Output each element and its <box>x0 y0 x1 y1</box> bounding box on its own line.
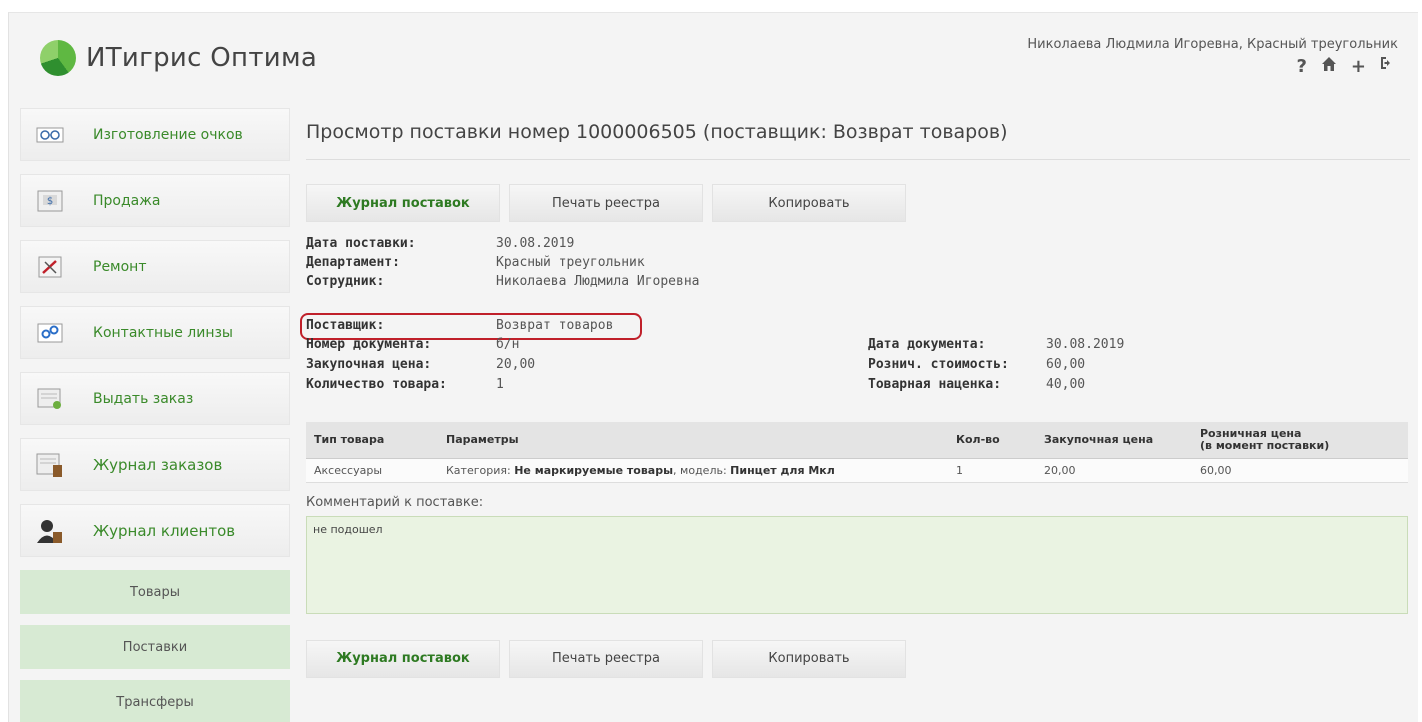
doc-date-value: 30.08.2019 <box>1046 337 1125 352</box>
doc-number-value: б/н <box>496 337 520 352</box>
sidebar-item-label: Выдать заказ <box>93 390 194 407</box>
col-purchase-header: Закупочная цена <box>1036 422 1192 459</box>
retail-value-label: Рознич. стоимость: <box>868 357 1009 372</box>
copy-button[interactable]: Копировать <box>712 184 906 222</box>
cell-params: Категория: Не маркируемые товары, модель… <box>438 458 948 483</box>
deliveries-journal-button-bottom[interactable]: Журнал поставок <box>306 639 500 678</box>
delivery-date-value: 30.08.2019 <box>496 236 575 251</box>
cell-type: Аксессуары <box>306 458 438 483</box>
sidebar-item-label: Журнал клиентов <box>93 521 236 540</box>
sidebar-item-repair[interactable]: Ремонт <box>20 240 290 293</box>
sidebar-item-label: Ремонт <box>93 258 147 275</box>
sale-icon: $ <box>35 187 65 215</box>
help-icon[interactable]: ? <box>1296 56 1306 77</box>
print-register-button[interactable]: Печать реестра <box>509 184 703 222</box>
supplier-label: Поставщик: <box>306 318 385 333</box>
deliveries-journal-button[interactable]: Журнал поставок <box>306 184 500 222</box>
markup-label: Товарная наценка: <box>868 377 1002 392</box>
col-params-header: Параметры <box>438 422 948 459</box>
sidebar-item-label: Журнал заказов <box>93 455 223 474</box>
col-retail-header: Розничная цена (в момент поставки) <box>1192 422 1408 459</box>
logo-icon <box>40 40 76 76</box>
model-label: модель: <box>680 463 727 477</box>
sidebar-item-contact-lenses[interactable]: Контактные линзы <box>20 306 290 359</box>
sidebar-item-glasses[interactable]: Изготовление очков <box>20 108 290 161</box>
purchase-price-label: Закупочная цена: <box>306 357 432 372</box>
contact-lens-icon <box>35 319 65 347</box>
delivery-items-table: Тип товара Параметры Кол-во Закупочная ц… <box>306 422 1408 483</box>
add-icon[interactable]: + <box>1351 56 1366 77</box>
employee-label: Сотрудник: <box>306 274 385 289</box>
model-value: Пинцет для Мкл <box>730 463 835 477</box>
bottom-button-row: Журнал поставок Печать реестра Копироват… <box>306 639 1410 678</box>
department-label: Департамент: <box>306 255 400 270</box>
sidebar-item-label: Продажа <box>93 192 161 209</box>
logout-icon[interactable] <box>1380 56 1394 77</box>
issue-order-icon <box>35 385 65 413</box>
header-toolbar: ? + <box>1296 56 1394 77</box>
comment-label: Комментарий к поставке: <box>306 494 484 510</box>
svg-text:$: $ <box>47 196 53 207</box>
col-type-header: Тип товара <box>306 422 438 459</box>
quantity-value: 1 <box>496 377 504 392</box>
sidebar-item-clients-journal[interactable]: Журнал клиентов <box>20 504 290 557</box>
supplier-value: Возврат товаров <box>496 318 614 333</box>
cell-retail: 60,00 <box>1192 458 1408 483</box>
cell-purchase: 20,00 <box>1036 458 1192 483</box>
markup-value: 40,00 <box>1046 377 1086 392</box>
category-label: Категория: <box>446 463 511 477</box>
sidebar: Изготовление очков $ Продажа Ремонт Конт… <box>20 108 290 722</box>
doc-number-label: Номер документа: <box>306 337 432 352</box>
category-value: Не маркируемые товары <box>514 463 674 477</box>
retail-value-value: 60,00 <box>1046 357 1086 372</box>
sidebar-item-sale[interactable]: $ Продажа <box>20 174 290 227</box>
cell-qty: 1 <box>948 458 1036 483</box>
copy-button-bottom[interactable]: Копировать <box>712 639 906 678</box>
table-header-row: Тип товара Параметры Кол-во Закупочная ц… <box>306 422 1408 459</box>
print-register-button-bottom[interactable]: Печать реестра <box>509 639 703 678</box>
sidebar-subitem-products[interactable]: Товары <box>20 570 290 614</box>
main-content: Просмотр поставки номер 1000006505 (пост… <box>300 108 1410 678</box>
purchase-price-value: 20,00 <box>496 357 536 372</box>
sidebar-item-label: Изготовление очков <box>93 126 243 143</box>
col-qty-header: Кол-во <box>948 422 1036 459</box>
col-retail-header-line2: (в момент поставки) <box>1200 438 1330 452</box>
repair-icon <box>35 253 65 281</box>
page-title: Просмотр поставки номер 1000006505 (пост… <box>306 108 1410 160</box>
clients-journal-icon <box>35 517 65 545</box>
home-icon[interactable] <box>1321 56 1337 77</box>
app-logo[interactable]: ИТигрис Оптима <box>40 40 317 76</box>
sidebar-item-orders-journal[interactable]: Журнал заказов <box>20 438 290 491</box>
current-user: Николаева Людмила Игоревна, Красный треу… <box>1027 37 1398 52</box>
doc-date-label: Дата документа: <box>868 337 986 352</box>
table-row[interactable]: Аксессуары Категория: Не маркируемые тов… <box>306 458 1408 483</box>
orders-journal-icon <box>35 451 65 479</box>
top-button-row: Журнал поставок Печать реестра Копироват… <box>306 184 1410 222</box>
sidebar-subitem-transfers[interactable]: Трансферы <box>20 680 290 722</box>
employee-value: Николаева Людмила Игоревна <box>496 274 700 289</box>
sidebar-item-issue-order[interactable]: Выдать заказ <box>20 372 290 425</box>
sidebar-subitem-deliveries[interactable]: Поставки <box>20 625 290 669</box>
delivery-info: Дата поставки: 30.08.2019 Департамент: К… <box>300 236 1410 416</box>
glasses-icon <box>35 121 65 149</box>
sidebar-item-label: Контактные линзы <box>93 324 233 341</box>
delivery-date-label: Дата поставки: <box>306 236 416 251</box>
department-value: Красный треугольник <box>496 255 645 270</box>
quantity-label: Количество товара: <box>306 377 447 392</box>
comment-field[interactable]: не подошел <box>306 515 1408 614</box>
app-title: ИТигрис Оптима <box>86 43 318 73</box>
